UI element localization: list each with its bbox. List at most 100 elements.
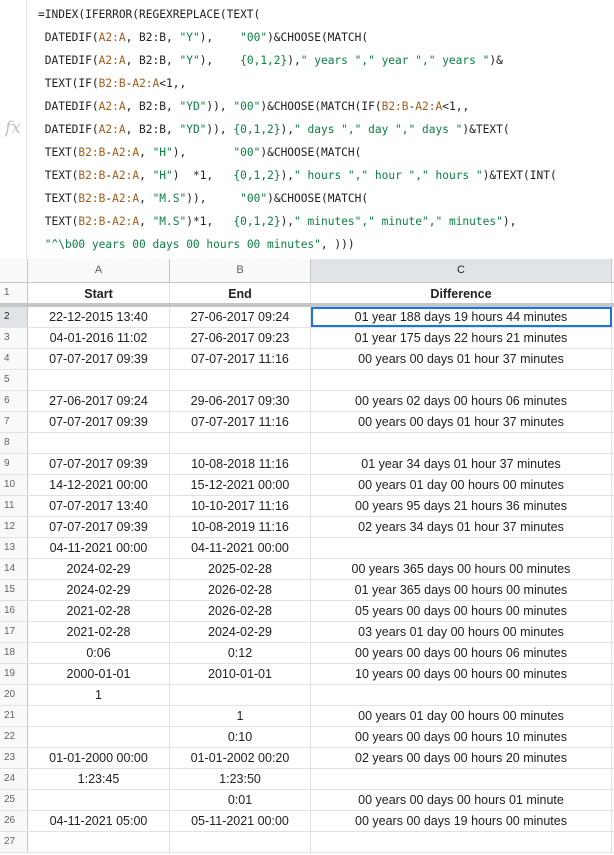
row-number[interactable]: 24 (0, 769, 28, 789)
cell-c[interactable] (311, 538, 612, 558)
row-number[interactable]: 27 (0, 832, 28, 852)
cell-b[interactable]: 0:12 (170, 643, 311, 663)
cell-c[interactable]: 00 years 00 days 00 hours 01 minute (311, 790, 612, 810)
cell-a[interactable]: 2021-02-28 (28, 622, 170, 642)
cell-b[interactable]: 2024-02-29 (170, 622, 311, 642)
row-number[interactable]: 19 (0, 664, 28, 684)
cell-b[interactable]: 15-12-2021 00:00 (170, 475, 311, 495)
cell-c[interactable]: 00 years 01 day 00 hours 00 minutes (311, 475, 612, 495)
cell-b[interactable] (170, 370, 311, 390)
cell-a[interactable]: 27-06-2017 09:24 (28, 391, 170, 411)
cell-b[interactable]: 27-06-2017 09:24 (170, 307, 311, 327)
row-number[interactable]: 2 (0, 307, 28, 327)
row-number[interactable]: 4 (0, 349, 28, 369)
cell-b[interactable] (170, 832, 311, 852)
cell-c[interactable]: 10 years 00 days 00 hours 00 minutes (311, 664, 612, 684)
cell-c[interactable]: 00 years 95 days 21 hours 36 minutes (311, 496, 612, 516)
column-header-c[interactable]: C (311, 259, 612, 282)
row-number[interactable]: 11 (0, 496, 28, 516)
cell-c[interactable] (311, 685, 612, 705)
cell-c[interactable]: 00 years 00 days 01 hour 37 minutes (311, 349, 612, 369)
column-title-cell[interactable]: Start (28, 283, 170, 303)
row-number[interactable]: 14 (0, 559, 28, 579)
row-number[interactable]: 13 (0, 538, 28, 558)
column-header-a[interactable]: A (28, 259, 170, 282)
cell-a[interactable] (28, 790, 170, 810)
cell-a[interactable]: 01-01-2000 00:00 (28, 748, 170, 768)
cell-c[interactable]: 05 years 00 days 00 hours 00 minutes (311, 601, 612, 621)
cell-b[interactable]: 27-06-2017 09:23 (170, 328, 311, 348)
cell-a[interactable]: 07-07-2017 09:39 (28, 349, 170, 369)
cell-b[interactable]: 05-11-2021 00:00 (170, 811, 311, 831)
row-number[interactable]: 5 (0, 370, 28, 390)
row-number[interactable]: 17 (0, 622, 28, 642)
cell-a[interactable]: 07-07-2017 09:39 (28, 454, 170, 474)
cell-b[interactable]: 04-11-2021 00:00 (170, 538, 311, 558)
cell-c[interactable]: 00 years 00 days 00 hours 10 minutes (311, 727, 612, 747)
cell-a[interactable]: 04-11-2021 05:00 (28, 811, 170, 831)
cell-a[interactable]: 04-01-2016 11:02 (28, 328, 170, 348)
row-number[interactable]: 8 (0, 433, 28, 453)
row-number[interactable]: 7 (0, 412, 28, 432)
column-header-b[interactable]: B (170, 259, 311, 282)
row-number[interactable]: 22 (0, 727, 28, 747)
cell-b[interactable]: 1 (170, 706, 311, 726)
cell-b[interactable]: 01-01-2002 00:20 (170, 748, 311, 768)
cell-c[interactable]: 00 years 01 day 00 hours 00 minutes (311, 706, 612, 726)
cell-c[interactable]: 01 year 175 days 22 hours 21 minutes (311, 328, 612, 348)
cell-c[interactable]: 00 years 00 days 00 hours 06 minutes (311, 643, 612, 663)
cell-b[interactable] (170, 685, 311, 705)
cell-c[interactable] (311, 832, 612, 852)
cell-c[interactable]: 00 years 02 days 00 hours 06 minutes (311, 391, 612, 411)
cell-a[interactable]: 2024-02-29 (28, 559, 170, 579)
cell-c[interactable]: 00 years 00 days 19 hours 00 minutes (311, 811, 612, 831)
cell-b[interactable]: 1:23:50 (170, 769, 311, 789)
cell-b[interactable]: 29-06-2017 09:30 (170, 391, 311, 411)
row-number[interactable]: 25 (0, 790, 28, 810)
row-number[interactable]: 15 (0, 580, 28, 600)
cell-b[interactable]: 10-08-2018 11:16 (170, 454, 311, 474)
row-number[interactable]: 26 (0, 811, 28, 831)
row-number[interactable]: 20 (0, 685, 28, 705)
cell-c[interactable] (311, 370, 612, 390)
cell-c[interactable]: 03 years 01 day 00 hours 00 minutes (311, 622, 612, 642)
cell-a[interactable]: 14-12-2021 00:00 (28, 475, 170, 495)
cell-c[interactable]: 01 year 34 days 01 hour 37 minutes (311, 454, 612, 474)
cell-a[interactable]: 2024-02-29 (28, 580, 170, 600)
cell-b[interactable] (170, 433, 311, 453)
cell-a[interactable] (28, 706, 170, 726)
row-number[interactable]: 3 (0, 328, 28, 348)
cell-a[interactable]: 1 (28, 685, 170, 705)
cell-b[interactable]: 2026-02-28 (170, 580, 311, 600)
formula-text[interactable]: =INDEX(IFERROR(REGEXREPLACE(TEXT( DATEDI… (38, 6, 557, 259)
cell-b[interactable]: 10-10-2017 11:16 (170, 496, 311, 516)
row-number[interactable]: 9 (0, 454, 28, 474)
row-number[interactable]: 6 (0, 391, 28, 411)
cell-a[interactable]: 07-07-2017 09:39 (28, 517, 170, 537)
cell-a[interactable]: 1:23:45 (28, 769, 170, 789)
cell-a[interactable] (28, 433, 170, 453)
cell-a[interactable]: 07-07-2017 13:40 (28, 496, 170, 516)
column-title-cell[interactable]: Difference (311, 283, 612, 303)
cell-a[interactable]: 04-11-2021 00:00 (28, 538, 170, 558)
row-number[interactable]: 21 (0, 706, 28, 726)
cell-c[interactable] (311, 769, 612, 789)
cell-b[interactable]: 10-08-2019 11:16 (170, 517, 311, 537)
cell-c[interactable] (311, 433, 612, 453)
cell-b[interactable]: 07-07-2017 11:16 (170, 412, 311, 432)
cell-b[interactable]: 0:01 (170, 790, 311, 810)
cell-c[interactable]: 02 years 34 days 01 hour 37 minutes (311, 517, 612, 537)
cell-b[interactable]: 07-07-2017 11:16 (170, 349, 311, 369)
row-number[interactable]: 1 (0, 283, 28, 303)
row-number[interactable]: 18 (0, 643, 28, 663)
cell-b[interactable]: 0:10 (170, 727, 311, 747)
cell-c[interactable]: 02 years 00 days 00 hours 20 minutes (311, 748, 612, 768)
cell-a[interactable]: 2021-02-28 (28, 601, 170, 621)
row-number[interactable]: 10 (0, 475, 28, 495)
select-all-corner[interactable] (0, 259, 28, 282)
column-title-cell[interactable]: End (170, 283, 311, 303)
row-number[interactable]: 12 (0, 517, 28, 537)
cell-a[interactable] (28, 370, 170, 390)
cell-c[interactable]: 00 years 00 days 01 hour 37 minutes (311, 412, 612, 432)
cell-a[interactable]: 22-12-2015 13:40 (28, 307, 170, 327)
